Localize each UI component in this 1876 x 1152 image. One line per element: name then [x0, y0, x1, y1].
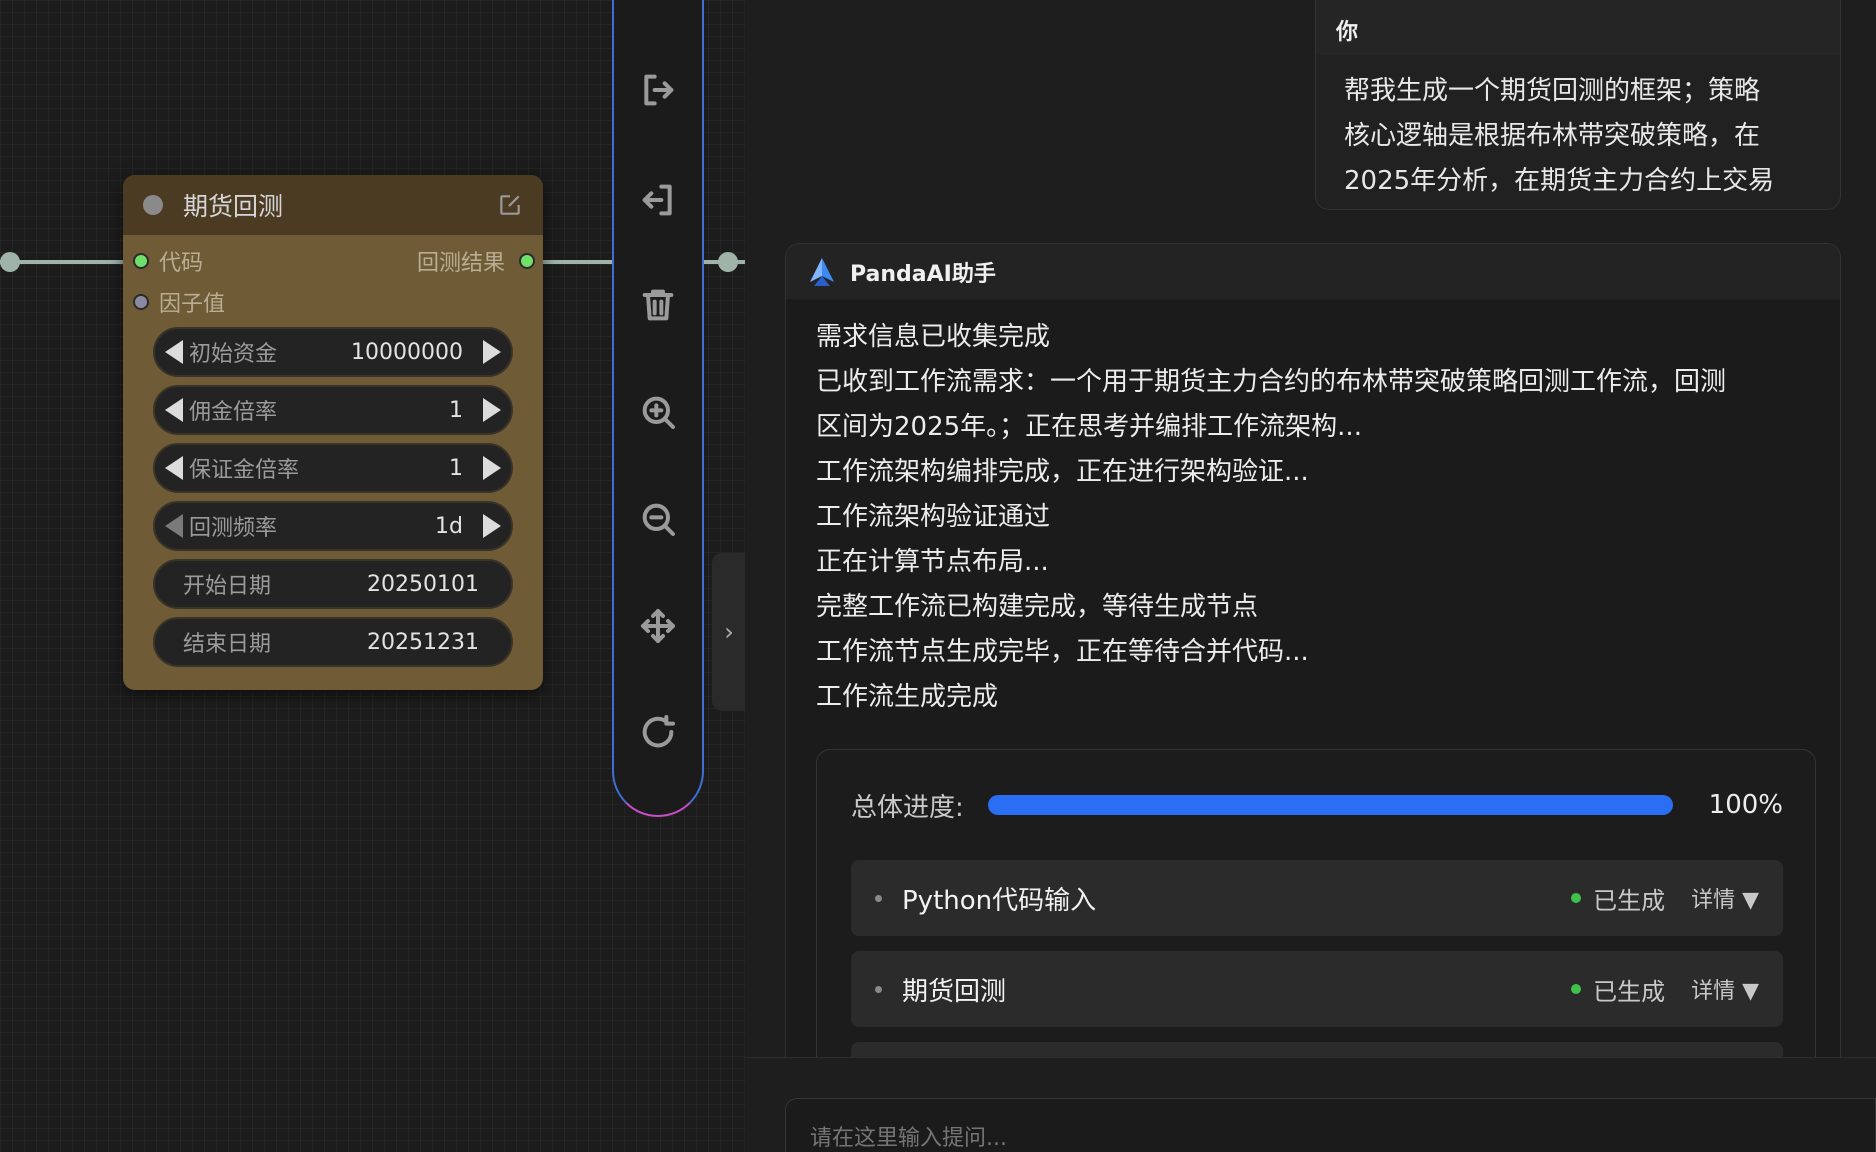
assistant-line: 完整工作流已构建完成，等待生成节点: [816, 592, 1259, 622]
decrement-arrow-icon[interactable]: [165, 514, 183, 538]
assistant-header: PandaAI助手: [786, 244, 1840, 299]
widget-start-date[interactable]: 开始日期 20250101: [153, 559, 513, 609]
bullet-icon: [875, 894, 882, 902]
input-port-code[interactable]: [133, 253, 149, 269]
node-title: 期货回测: [183, 192, 284, 221]
edit-icon[interactable]: [497, 192, 523, 218]
node-collapse-dot[interactable]: [143, 195, 163, 215]
assistant-line: 区间为2025年。；正在思考并编排工作流架构...: [816, 412, 1362, 442]
decrement-arrow-icon[interactable]: [165, 456, 183, 480]
port-row-factor: 因子值: [123, 286, 543, 318]
widget-backtest-frequency[interactable]: 回测频率 1d: [153, 501, 513, 551]
increment-arrow-icon[interactable]: [483, 398, 501, 422]
widget-value: 20250101: [367, 571, 479, 597]
overall-progress: 总体进度: 100%: [851, 780, 1783, 830]
output-port-result[interactable]: [519, 253, 535, 269]
widget-value: 20251231: [367, 629, 479, 655]
status-dot-icon: [1571, 984, 1582, 994]
progress-track: [987, 795, 1673, 815]
zoom-in-icon[interactable]: [636, 390, 680, 434]
input-label-code: 代码: [159, 251, 204, 276]
increment-arrow-icon[interactable]: [483, 456, 501, 480]
task-row: Python代码输入 已生成 详情 ▼: [851, 860, 1783, 936]
link-handle-out[interactable]: [718, 252, 738, 272]
decrement-arrow-icon[interactable]: [165, 340, 183, 364]
widget-initial-capital[interactable]: 初始资金 10000000: [153, 327, 513, 377]
link-handle-in[interactable]: [0, 252, 20, 272]
assistant-line: 正在计算节点布局...: [816, 547, 1049, 577]
input-label-factor: 因子值: [159, 292, 226, 317]
widget-label: 保证金倍率: [189, 458, 300, 483]
assistant-line: 工作流架构编排完成，正在进行架构验证...: [816, 457, 1309, 487]
widget-label: 佣金倍率: [189, 400, 278, 425]
assistant-message: PandaAI助手 需求信息已收集完成 已收到工作流需求：一个用于期货主力合约的…: [785, 243, 1841, 1123]
task-name: Python代码输入: [902, 885, 1097, 916]
assistant-name: PandaAI助手: [850, 261, 996, 287]
task-status: 已生成: [1593, 977, 1666, 1006]
assistant-line: 需求信息已收集完成: [816, 322, 1051, 352]
widget-label: 初始资金: [189, 342, 278, 367]
panda-logo-icon: [810, 257, 834, 286]
assistant-message-body: 需求信息已收集完成 已收到工作流需求：一个用于期货主力合约的布林带突破策略回测工…: [786, 299, 1840, 720]
widget-value: 10000000: [351, 339, 463, 365]
assistant-line: 已收到工作流需求：一个用于期货主力合约的布林带突破策略回测工作流，回测: [816, 367, 1727, 397]
chevron-right-icon: ›: [724, 618, 734, 646]
increment-arrow-icon[interactable]: [483, 514, 501, 538]
prompt-input[interactable]: [785, 1098, 1876, 1152]
widget-value: 1: [449, 397, 463, 423]
widget-label: 回测频率: [189, 516, 278, 541]
collapse-panel-button[interactable]: ›: [712, 553, 745, 711]
import-icon[interactable]: [636, 178, 680, 222]
chat-panel: 你 帮我生成一个期货回测的框架；策略 核心逻轴是根据布林带突破策略，在 2025…: [745, 0, 1876, 1152]
widget-value: 1d: [435, 513, 463, 539]
widget-value: 1: [449, 455, 463, 481]
user-message-line: 2025年分析，在期货主力合约上交易: [1344, 166, 1775, 196]
user-message-line: 核心逻轴是根据布林带突破策略，在: [1344, 121, 1761, 151]
port-row-code: 代码 回测结果: [123, 245, 543, 277]
input-area: [745, 1057, 1876, 1152]
task-name: 期货回测: [902, 976, 1007, 1007]
workflow-canvas[interactable]: 期货回测 代码 回测结果 因子值 初始资金 10000000 佣金倍率 1 保证…: [0, 0, 745, 1152]
task-details-toggle[interactable]: 详情 ▼: [1691, 973, 1759, 1005]
bullet-icon: [875, 985, 882, 993]
user-name: 你: [1316, 0, 1840, 55]
refresh-icon[interactable]: [636, 710, 680, 754]
user-message: 你 帮我生成一个期货回测的框架；策略 核心逻轴是根据布林带突破策略，在 2025…: [1315, 0, 1841, 210]
task-status: 已生成: [1593, 886, 1666, 915]
move-icon[interactable]: [636, 604, 680, 648]
widget-end-date[interactable]: 结束日期 20251231: [153, 617, 513, 667]
assistant-line: 工作流架构验证通过: [816, 502, 1051, 532]
widget-label: 开始日期: [183, 574, 272, 599]
widget-label: 结束日期: [183, 632, 272, 657]
trash-icon[interactable]: [636, 283, 680, 327]
status-dot-icon: [1571, 893, 1582, 903]
user-message-line: 帮我生成一个期货回测的框架；策略: [1344, 76, 1761, 106]
progress-percent: 100%: [1708, 790, 1783, 820]
input-port-factor[interactable]: [133, 294, 149, 310]
export-icon[interactable]: [636, 68, 680, 112]
assistant-line: 工作流节点生成完毕，正在等待合并代码...: [816, 637, 1309, 667]
futures-backtest-node[interactable]: 期货回测 代码 回测结果 因子值 初始资金 10000000 佣金倍率 1 保证…: [123, 175, 543, 690]
widget-commission-multiplier[interactable]: 佣金倍率 1: [153, 385, 513, 435]
task-row: 期货回测 已生成 详情 ▼: [851, 951, 1783, 1027]
task-details-toggle[interactable]: 详情 ▼: [1691, 882, 1759, 914]
assistant-line: 工作流生成完成: [816, 682, 999, 712]
node-header[interactable]: 期货回测: [123, 175, 543, 235]
progress-label: 总体进度:: [851, 792, 964, 823]
increment-arrow-icon[interactable]: [483, 340, 501, 364]
user-message-body: 帮我生成一个期货回测的框架；策略 核心逻轴是根据布林带突破策略，在 2025年分…: [1316, 55, 1840, 218]
progress-fill: [987, 795, 1673, 815]
output-label-result: 回测结果: [416, 251, 505, 276]
canvas-toolbar: [612, 0, 704, 817]
zoom-out-icon[interactable]: [636, 497, 680, 541]
widget-margin-multiplier[interactable]: 保证金倍率 1: [153, 443, 513, 493]
decrement-arrow-icon[interactable]: [165, 398, 183, 422]
